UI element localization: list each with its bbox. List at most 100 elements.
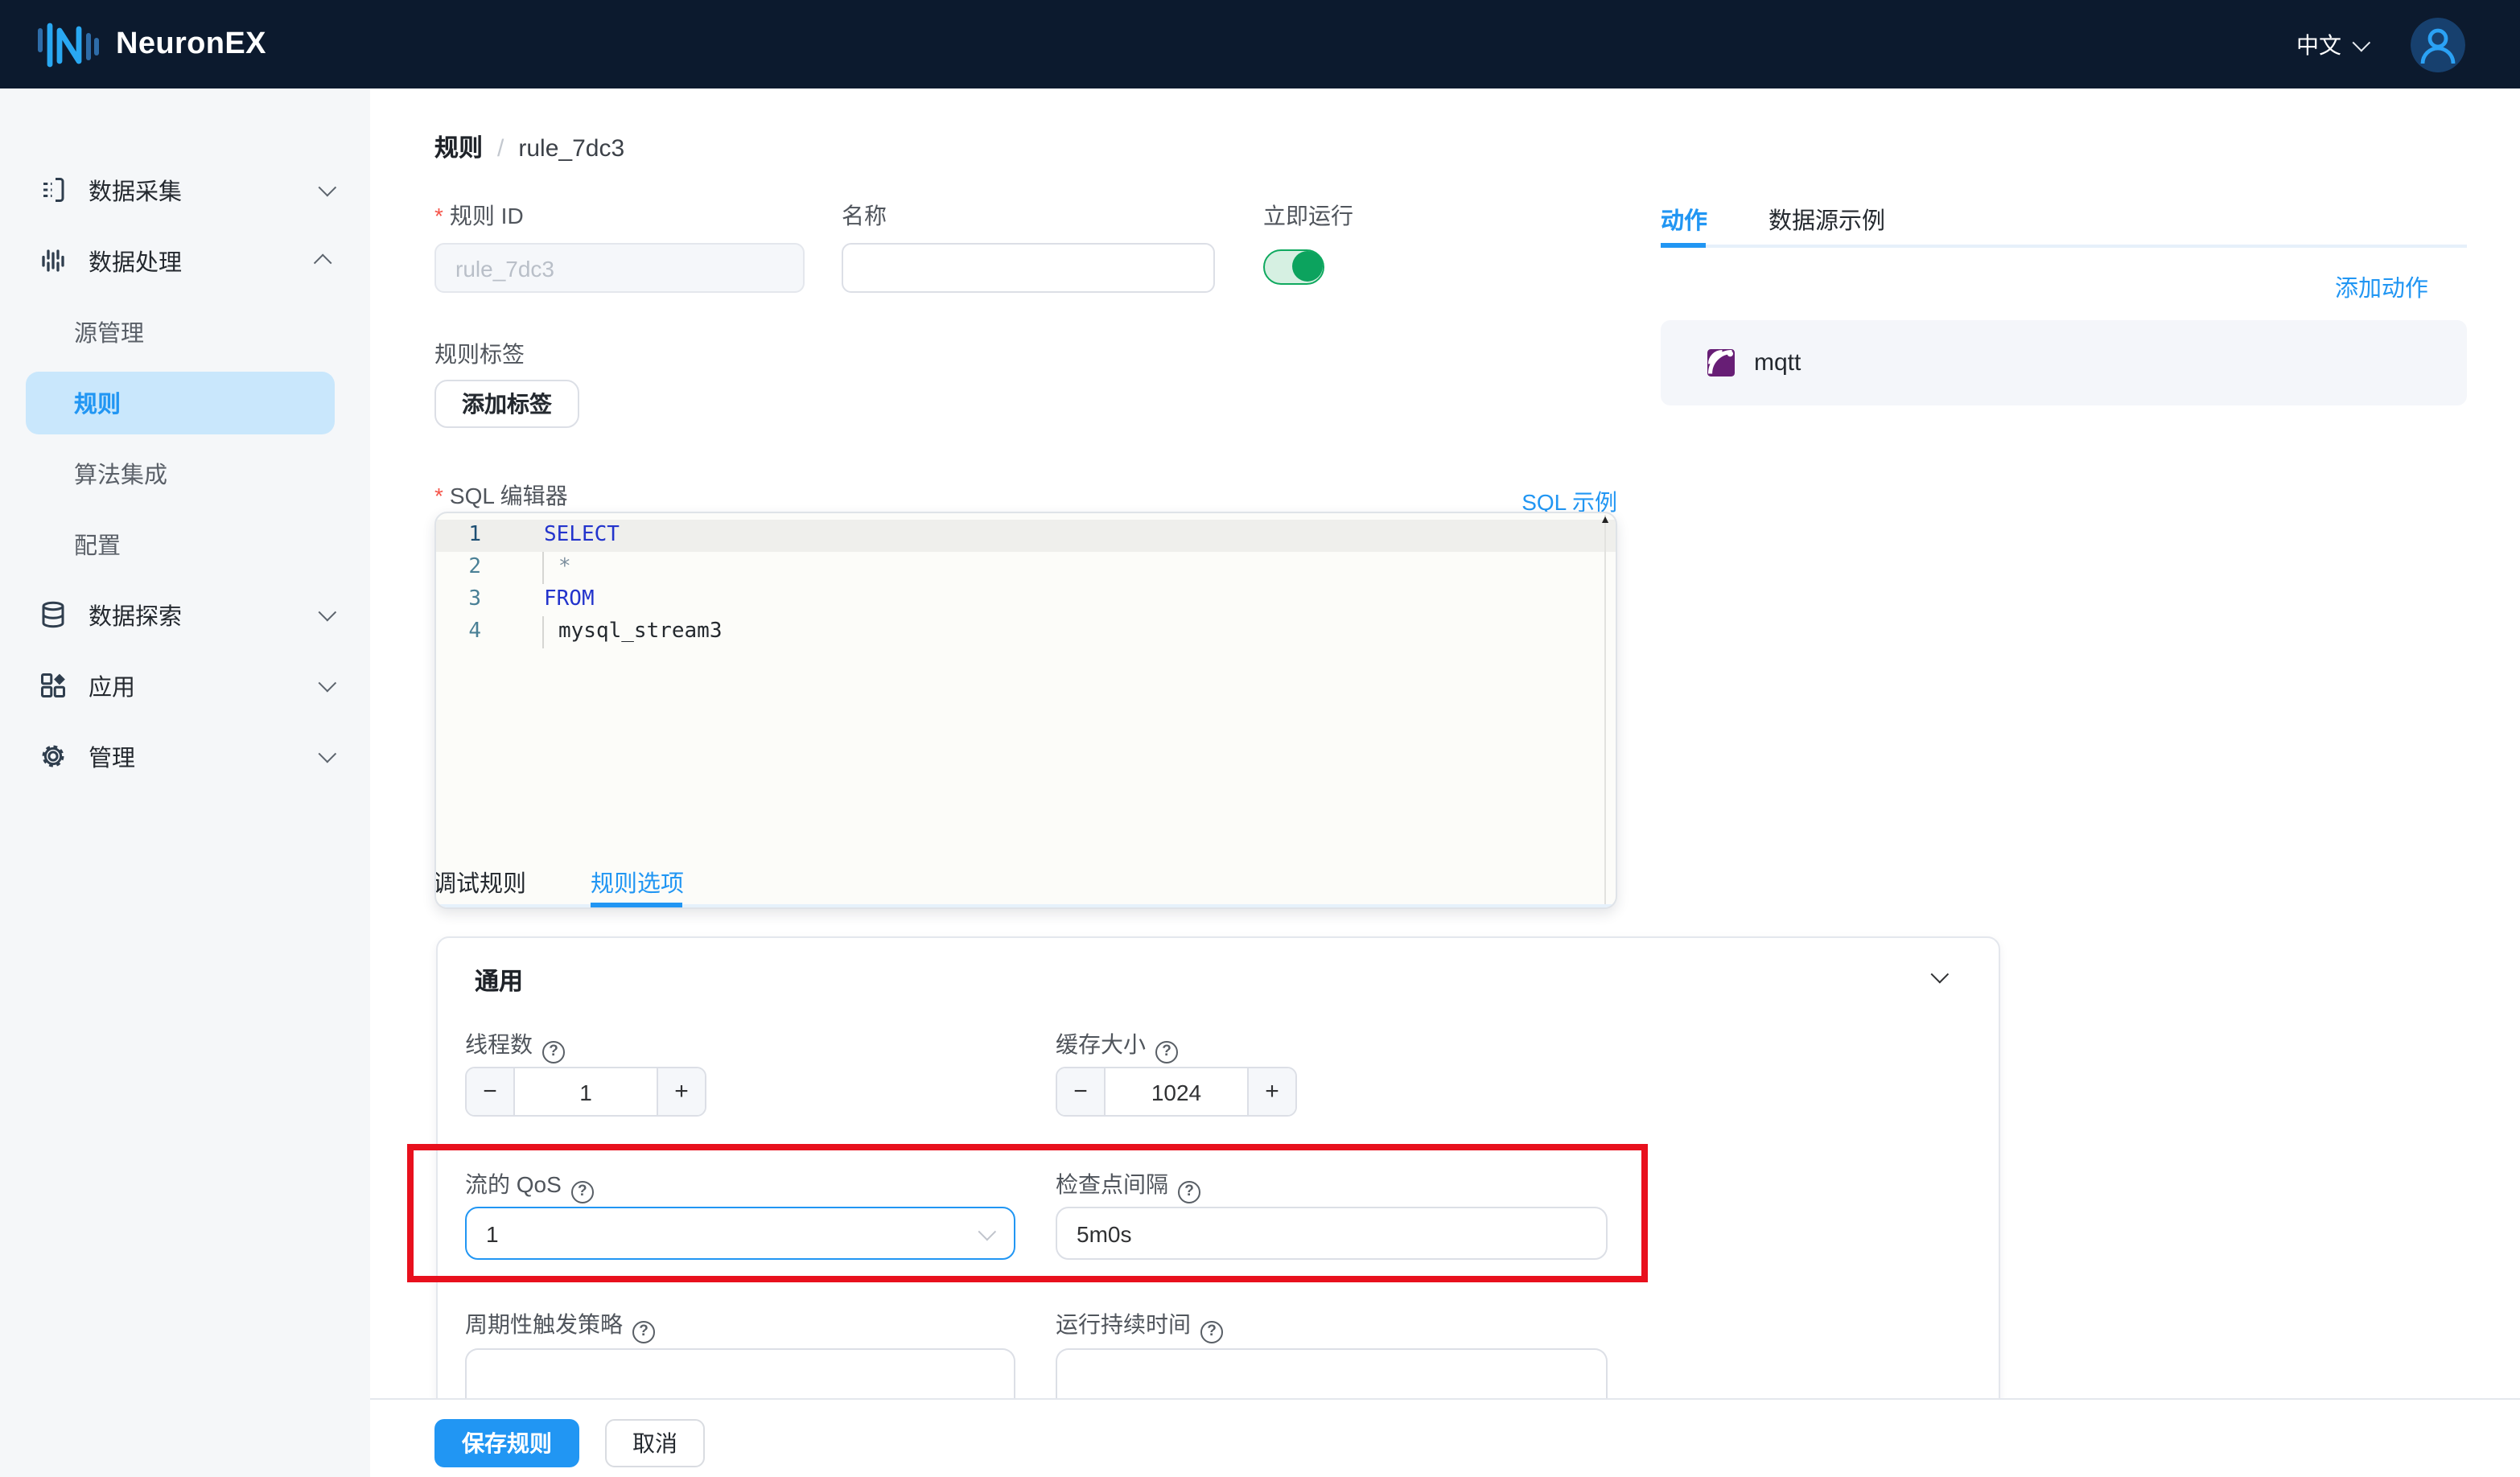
database-icon	[39, 600, 68, 629]
threads-value[interactable]: 1	[515, 1068, 657, 1115]
sidebar-item-label: 数据探索	[89, 598, 182, 632]
code-text: mysql_stream3	[542, 616, 723, 648]
decrement-button[interactable]: −	[1057, 1068, 1106, 1115]
code-text: *	[542, 552, 571, 584]
line-number: 3	[436, 584, 481, 616]
help-icon[interactable]: ?	[542, 1041, 565, 1064]
buffer-label: 缓存大小?	[1056, 1028, 1178, 1064]
collapse-chevron-icon[interactable]	[1931, 965, 1950, 984]
apps-grid-icon	[39, 671, 68, 700]
chevron-down-icon	[978, 1222, 997, 1240]
trigger-label: 周期性触发策略?	[465, 1308, 655, 1343]
qos-select[interactable]: 1	[465, 1207, 1015, 1260]
neuronex-logo-icon	[35, 17, 100, 72]
threads-stepper: − 1 +	[465, 1067, 706, 1117]
right-panel-tabs: 动作 数据源示例	[1661, 203, 2467, 237]
chevron-down-icon	[319, 179, 337, 197]
tab-actions[interactable]: 动作	[1661, 203, 1707, 237]
checkpoint-value: 5m0s	[1077, 1220, 1131, 1246]
chevron-down-icon	[319, 603, 337, 622]
help-icon[interactable]: ?	[632, 1321, 655, 1343]
qos-value: 1	[486, 1220, 499, 1246]
chevron-down-icon	[2353, 33, 2371, 51]
sidebar-item-source-management[interactable]: 源管理	[0, 296, 370, 367]
sidebar-item-label: 数据采集	[89, 173, 182, 207]
code-line: 3 FROM	[436, 584, 1616, 616]
line-number: 1	[436, 520, 481, 552]
add-action-link[interactable]: 添加动作	[2335, 270, 2428, 304]
chevron-down-icon	[319, 674, 337, 693]
run-now-toggle[interactable]	[1263, 249, 1324, 285]
name-input[interactable]	[842, 243, 1215, 293]
breadcrumb-separator: /	[497, 135, 504, 163]
increment-button[interactable]: +	[657, 1068, 705, 1115]
breadcrumb-rules[interactable]: 规则	[434, 130, 483, 164]
collection-icon	[39, 175, 68, 204]
code-text: FROM	[542, 584, 595, 616]
name-label: 名称	[842, 200, 887, 232]
sidebar-item-label: 管理	[89, 739, 135, 773]
sidebar-item-administration[interactable]: 管理	[0, 721, 370, 792]
save-rule-button[interactable]: 保存规则	[434, 1419, 579, 1467]
sidebar-item-applications[interactable]: 应用	[0, 650, 370, 721]
language-label: 中文	[2296, 28, 2341, 60]
required-marker: *	[434, 483, 443, 508]
action-item-mqtt[interactable]: mqtt	[1661, 320, 2467, 405]
help-icon[interactable]: ?	[1200, 1321, 1223, 1343]
sidebar-item-data-exploration[interactable]: 数据探索	[0, 579, 370, 650]
chevron-down-icon	[319, 745, 337, 763]
active-tab-underline	[1661, 243, 1706, 248]
active-tab-underline	[591, 903, 682, 907]
footer-bar: 保存规则 取消	[370, 1398, 2520, 1477]
user-icon	[2411, 17, 2465, 72]
processing-icon	[39, 246, 68, 275]
code-area[interactable]: 1 SELECT 2 * 3 FROM 4 mysql_stream3	[436, 513, 1616, 854]
sidebar-item-data-collection[interactable]: 数据采集	[0, 154, 370, 225]
threads-label: 线程数?	[465, 1028, 565, 1064]
rule-tags-label: 规则标签	[434, 338, 525, 370]
trigger-input[interactable]	[465, 1348, 1015, 1400]
increment-button[interactable]: +	[1247, 1068, 1295, 1115]
right-panel: 动作 数据源示例 添加动作 mqtt	[1661, 203, 2467, 237]
help-icon[interactable]: ?	[571, 1181, 594, 1203]
toggle-knob	[1292, 251, 1323, 282]
rule-id-input[interactable]: rule_7dc3	[434, 243, 805, 293]
sidebar-item-label: 应用	[89, 669, 135, 702]
topbar: NeuronEX 中文	[0, 0, 2520, 88]
sidebar-item-data-processing[interactable]: 数据处理	[0, 225, 370, 296]
sql-editor[interactable]: 1 SELECT 2 * 3 FROM 4 mysql_stream3 ▲	[434, 512, 1617, 909]
language-switcher[interactable]: 中文	[2296, 28, 2366, 60]
sql-editor-label: *SQL 编辑器	[434, 479, 568, 512]
breadcrumb: 规则 / rule_7dc3	[434, 130, 624, 164]
tab-datasource-example[interactable]: 数据源示例	[1769, 203, 1885, 237]
mqtt-icon	[1707, 349, 1735, 376]
action-name: mqtt	[1754, 349, 1801, 376]
buffer-value[interactable]: 1024	[1106, 1068, 1247, 1115]
buffer-stepper: − 1024 +	[1056, 1067, 1297, 1117]
sidebar-item-algorithm-integration[interactable]: 算法集成	[0, 438, 370, 508]
sidebar: 数据采集 数据处理 源管理 规则 算法集成 配置	[0, 88, 370, 1477]
cancel-button[interactable]: 取消	[605, 1419, 705, 1467]
decrement-button[interactable]: −	[467, 1068, 515, 1115]
sidebar-item-configuration[interactable]: 配置	[0, 508, 370, 579]
brand: NeuronEX	[35, 17, 266, 72]
help-icon[interactable]: ?	[1178, 1181, 1200, 1203]
checkpoint-label: 检查点间隔?	[1056, 1168, 1200, 1203]
avatar[interactable]	[2411, 17, 2465, 72]
sidebar-item-label: 数据处理	[89, 244, 182, 278]
tab-rule-options[interactable]: 规则选项	[591, 866, 684, 899]
scroll-up-icon[interactable]: ▲	[1600, 515, 1611, 526]
checkpoint-input[interactable]: 5m0s	[1056, 1207, 1608, 1260]
duration-input[interactable]	[1056, 1348, 1608, 1400]
help-icon[interactable]: ?	[1155, 1041, 1178, 1064]
editor-scrollbar[interactable]	[1604, 515, 1606, 904]
tab-debug-rule[interactable]: 调试规则	[434, 866, 526, 899]
sidebar-item-rules[interactable]: 规则	[26, 371, 335, 434]
required-marker: *	[434, 203, 443, 228]
add-tag-button[interactable]: 添加标签	[434, 380, 579, 428]
code-line: 2 *	[436, 552, 1616, 584]
tab-track	[1661, 245, 2467, 248]
gear-icon	[39, 742, 68, 771]
line-number: 2	[436, 552, 481, 584]
rule-id-placeholder: rule_7dc3	[455, 255, 554, 281]
